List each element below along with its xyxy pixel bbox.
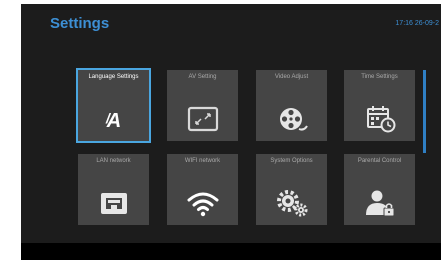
tile-av-setting[interactable]: AV Setting bbox=[167, 70, 238, 141]
tile-wifi-network[interactable]: WIFI network bbox=[167, 154, 238, 225]
screen-resize-icon bbox=[186, 105, 220, 133]
wifi-icon bbox=[186, 189, 220, 217]
film-reel-icon bbox=[275, 105, 309, 133]
tile-language-settings[interactable]: Language Settings A / bbox=[78, 70, 149, 141]
tile-label: Video Adjust bbox=[274, 74, 309, 80]
tile-label: AV Setting bbox=[188, 74, 217, 80]
tile-system-options[interactable]: System Options bbox=[256, 154, 327, 225]
user-lock-icon bbox=[363, 189, 397, 217]
tile-label: WIFI network bbox=[184, 158, 221, 164]
gears-icon bbox=[275, 189, 309, 217]
tile-label: Time Settings bbox=[361, 74, 398, 80]
scrollbar[interactable] bbox=[423, 70, 426, 153]
settings-panel: Settings 17:16 26-09-2 Language Settings… bbox=[21, 4, 441, 243]
ethernet-port-icon bbox=[97, 189, 131, 217]
tile-label: Language Settings bbox=[88, 74, 139, 80]
tile-label: Parental Control bbox=[357, 158, 402, 164]
calendar-clock-icon bbox=[363, 105, 397, 133]
tile-video-adjust[interactable]: Video Adjust bbox=[256, 70, 327, 141]
tile-label: System Options bbox=[270, 158, 313, 164]
tile-label: LAN network bbox=[96, 158, 131, 164]
tv-screen: Settings 17:16 26-09-2 Language Settings… bbox=[21, 4, 441, 260]
tile-parental-control[interactable]: Parental Control bbox=[344, 154, 415, 225]
tile-time-settings[interactable]: Time Settings bbox=[344, 70, 415, 141]
page-title: Settings bbox=[50, 15, 110, 32]
tile-lan-network[interactable]: LAN network bbox=[78, 154, 149, 225]
language-icon: A / bbox=[97, 105, 131, 133]
clock: 17:16 26-09-2 bbox=[395, 20, 439, 27]
